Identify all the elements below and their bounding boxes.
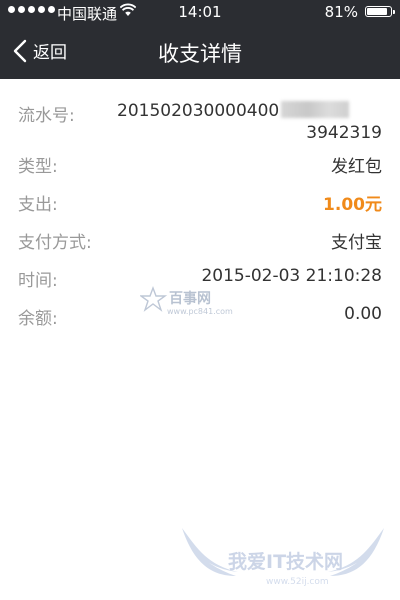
watermark-bottom-url: www.52ij.com [266,577,329,587]
payment-method-label: 支付方式: [18,233,92,253]
expense-amount: 1.00元 [323,195,382,215]
serial-number-label: 流水号: [18,106,75,126]
type-value: 发红包 [331,157,382,177]
expense-row: 支出: 1.00元 [0,187,400,225]
redacted-blur [281,101,350,118]
expense-label: 支出: [18,195,58,215]
top-bar: 中国联通 14:01 81% 返回 收支详情 [0,0,400,79]
type-row: 类型: 发红包 [0,149,400,187]
serial-number-value-line2: 3942319 [306,123,382,143]
payment-method-row: 支付方式: 支付宝 [0,225,400,263]
battery-fill [367,8,388,15]
watermark-center-text: 百事网 [169,290,211,307]
time-value: 2015-02-03 21:10:28 [201,266,382,286]
battery-percentage: 81% [324,3,358,21]
status-bar: 中国联通 14:01 81% [0,0,400,26]
page-title: 收支详情 [158,42,242,66]
serial-number-value-part1: 201502030000400 [117,101,280,121]
screen: 中国联通 14:01 81% 返回 收支详情 流水号: 201502030000… [0,0,400,600]
balance-label: 余额: [18,309,58,329]
watermark-bottom-text: 我爱IT技术网 [228,550,343,573]
52ij-watermark: 我爱IT技术网 www.52ij.com [182,528,384,587]
navigation-bar: 返回 收支详情 [0,26,400,79]
payment-method-value: 支付宝 [331,233,382,253]
serial-number-value-line1: 201502030000400 [117,101,350,121]
watermark-center-url: www.pc841.com [167,307,233,316]
pc841-watermark: 百事网 www.pc841.com [140,286,233,316]
time-label: 时间: [18,271,58,291]
balance-value: 0.00 [344,304,382,324]
serial-number-row: 流水号: 201502030000400 3942319 [0,79,400,149]
battery-icon [365,6,395,17]
type-label: 类型: [18,157,58,177]
